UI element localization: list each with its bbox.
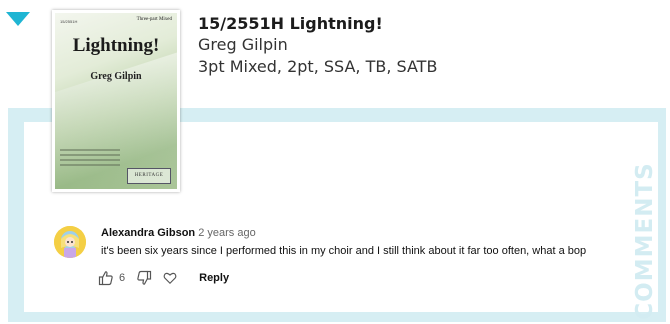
item-voicings: 3pt Mixed, 2pt, SSA, TB, SATB	[198, 57, 438, 76]
cover-fine-print	[60, 149, 120, 169]
publisher-logo: HERITAGE	[127, 168, 171, 184]
comments-label-text: COMMENTS	[632, 162, 658, 320]
like-count: 6	[119, 272, 126, 284]
item-info: 15/2551H Lightning! Greg Gilpin 3pt Mixe…	[198, 14, 437, 78]
cover-composer: Greg Gilpin	[90, 71, 142, 82]
comment-timestamp[interactable]: 2 years ago	[198, 227, 255, 239]
thumbs-up-icon[interactable]	[97, 269, 115, 287]
comment-text: it's been six years since I performed th…	[101, 245, 587, 257]
heart-icon[interactable]	[161, 269, 179, 287]
cover-title: Lightning!	[72, 35, 160, 56]
avatar[interactable]	[54, 226, 86, 258]
cover-voicing: Three-part Mixed	[136, 17, 172, 22]
item-composer: Greg Gilpin	[198, 35, 288, 54]
score-cover-image[interactable]: 15/2551H Three-part Mixed Lightning! Gre…	[52, 10, 180, 192]
item-title: 15/2551H Lightning!	[198, 14, 383, 33]
reply-button[interactable]: Reply	[199, 272, 229, 284]
comment-actions: 6 Reply	[97, 268, 229, 288]
expand-toggle-icon[interactable]	[6, 12, 30, 26]
thumbs-down-icon[interactable]	[135, 269, 153, 287]
cover-code: 15/2551H	[60, 19, 78, 24]
comments-side-label: COMMENTS	[628, 162, 662, 319]
cover-art: 15/2551H Three-part Mixed Lightning! Gre…	[55, 13, 177, 189]
comment-author[interactable]: Alexandra Gibson	[101, 227, 195, 239]
comment-author-line: Alexandra Gibson 2 years ago	[101, 227, 256, 239]
